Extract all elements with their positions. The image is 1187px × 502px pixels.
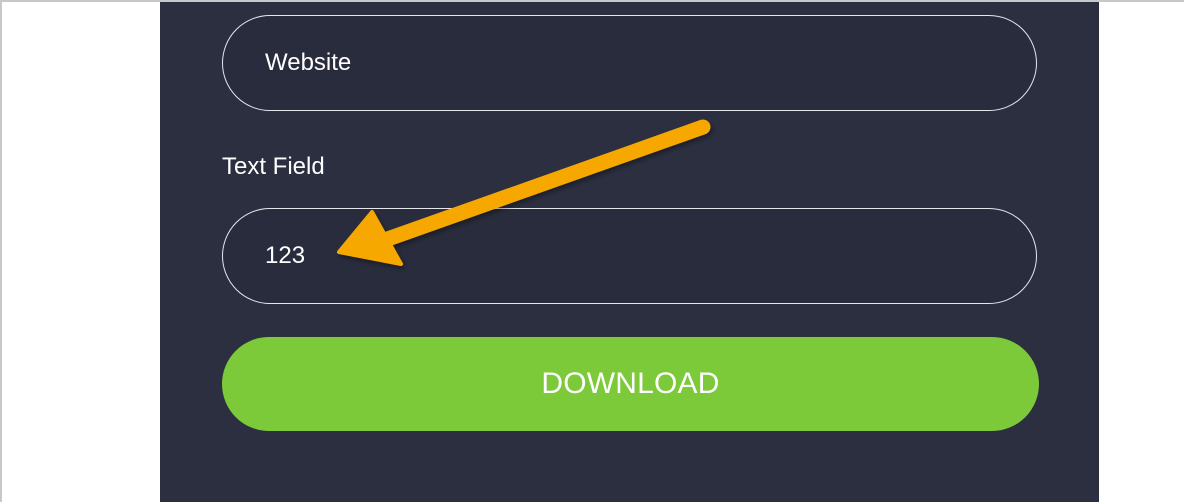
download-button[interactable]: DOWNLOAD: [222, 337, 1039, 431]
website-input[interactable]: Website: [222, 15, 1037, 111]
text-field-input-value: 123: [265, 242, 306, 269]
website-input-value: Website: [265, 49, 352, 76]
text-field-input[interactable]: 123: [222, 208, 1037, 304]
download-button-label: DOWNLOAD: [541, 367, 720, 400]
text-field-label: Text Field: [222, 153, 325, 180]
